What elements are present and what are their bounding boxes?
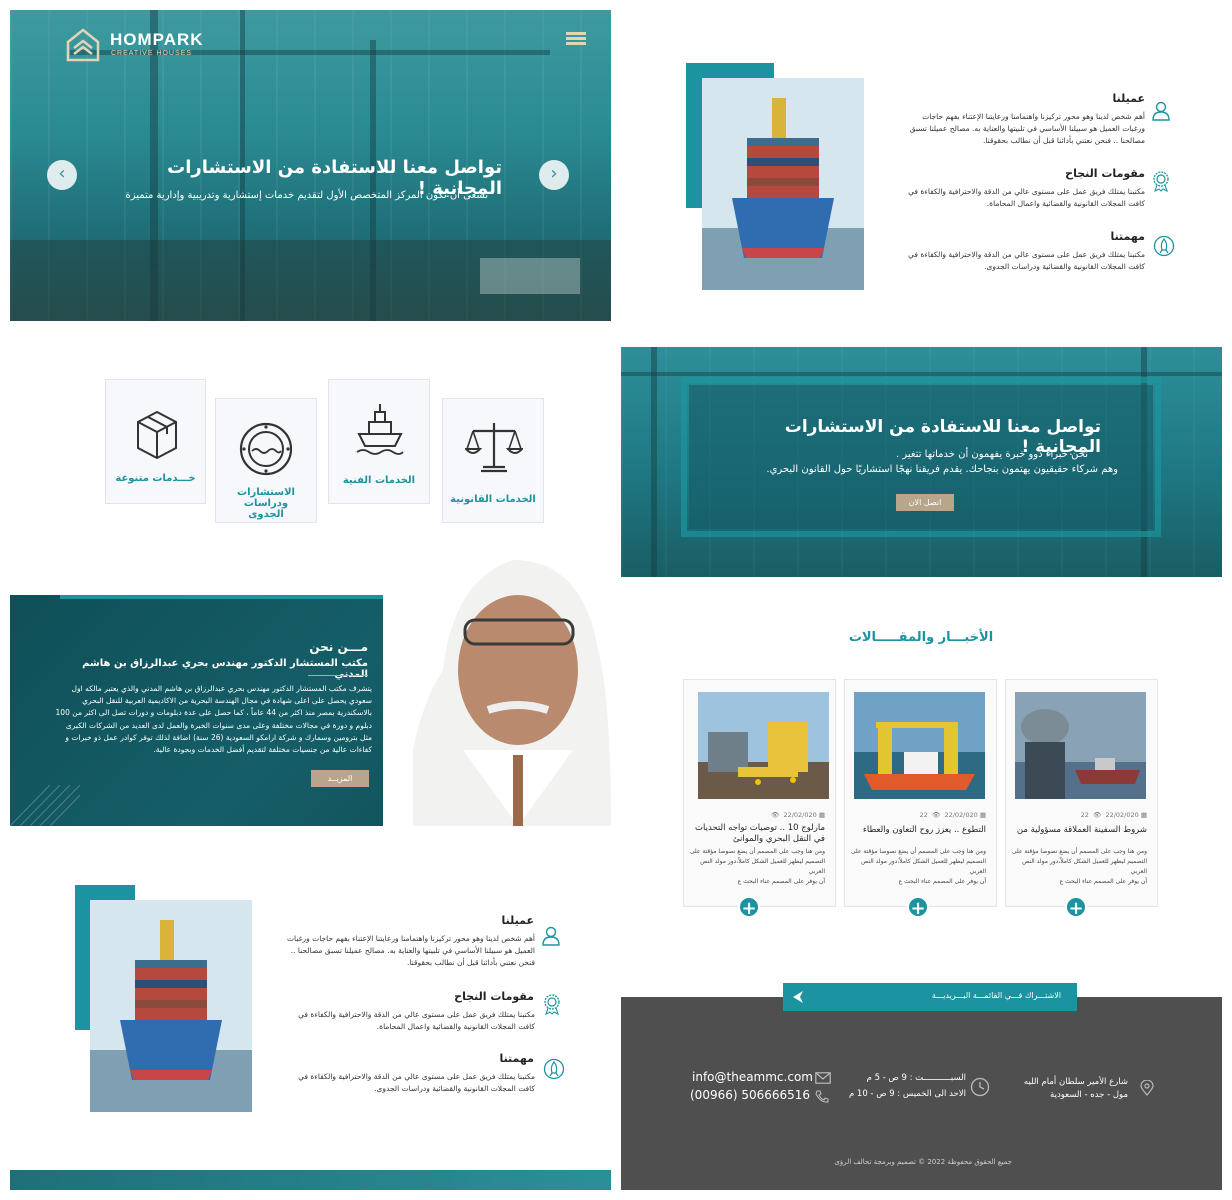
logo-icon xyxy=(66,28,100,62)
service-card-technical[interactable]: الخدمات الفنية xyxy=(328,379,430,504)
email-icon xyxy=(815,1072,831,1084)
phone-number[interactable]: (00966) 506666516 xyxy=(690,1088,814,1102)
news-more-button[interactable]: + xyxy=(738,896,760,919)
cta-text: نحن خبراء ذوو خبرة يفهمون أن خدماتها تتغ… xyxy=(895,449,1088,460)
service-label: خـــدمات متنوعة xyxy=(115,473,196,484)
news-meta: 👁 22/02/020 ▦ xyxy=(771,811,825,819)
slider-prev-button[interactable]: ‹ xyxy=(47,160,77,190)
news-image xyxy=(698,692,829,799)
hours-line-1: السبـــــــــــت : 9 ص - 5 م xyxy=(866,1073,966,1083)
about-title: مـــن نحن xyxy=(309,640,368,654)
news-card[interactable]: 22 👁 22/02/020 ▦ شروط السفينة العملاقة م… xyxy=(1005,679,1158,907)
contact-now-button[interactable]: اتصل الان xyxy=(896,494,954,511)
service-label: الاستشارات ودراسات الجدوى xyxy=(237,487,295,520)
about-text: يتشرف مكتب المستشار الدكتور مهندس بحري ع… xyxy=(55,684,372,755)
email-link[interactable]: info@theammc.com xyxy=(692,1070,813,1084)
service-card-legal[interactable]: الخدمات القانونية xyxy=(442,398,544,523)
service-label: الخدمات القانونية xyxy=(450,494,536,505)
news-more-button[interactable]: + xyxy=(1065,896,1087,919)
porthole-icon xyxy=(239,422,293,476)
news-section-title: الأخبـــار والمقـــــالات xyxy=(848,630,994,645)
news-meta: 22 👁 22/02/020 ▦ xyxy=(1080,811,1147,819)
news-image xyxy=(854,692,985,799)
feature-text: مكتبنا يمتلك فريق عمل على مستوى عالي من … xyxy=(908,250,1145,271)
news-excerpt: ومن هنا وجب على المصمم أن يضع نصوصا مؤقت… xyxy=(1011,848,1147,885)
news-more-button[interactable]: + xyxy=(907,896,929,919)
feature-text: مكتبنا يمتلك فريق عمل على مستوى عالي من … xyxy=(298,1010,535,1031)
address-line-1: شارع الأمير سلطان أمام الليه xyxy=(1023,1077,1128,1087)
news-headline[interactable]: التطوع .. يعزز روح التعاون والعطاء xyxy=(853,825,986,836)
award-badge-icon xyxy=(1153,171,1169,192)
brand-name: HOMPARK xyxy=(110,30,204,49)
send-icon[interactable] xyxy=(791,990,805,1004)
news-image xyxy=(1015,692,1146,799)
rocket-icon xyxy=(543,1058,565,1080)
hero-slider: HOMPARK CREATIVE HOUSES تواصل معنا للاست… xyxy=(10,10,611,321)
cta-banner: تواصل معنا للاستفادة من الاستشارات المجا… xyxy=(621,347,1222,577)
service-card-consulting[interactable]: الاستشارات ودراسات الجدوى xyxy=(215,398,317,523)
news-excerpt: ومن هنا وجب على المصمم أن يضع نصوصا مؤقت… xyxy=(689,848,825,885)
service-card-various[interactable]: خـــدمات متنوعة xyxy=(105,379,206,504)
slider-next-button[interactable]: › xyxy=(539,160,569,190)
cta-text: وهم شركاء حقيقيون يهتمون بنجاحك. يقدم فر… xyxy=(766,464,1118,475)
founder-portrait xyxy=(383,540,611,826)
newsletter-bar[interactable]: الاشتـــراك فـــي القائمـــة البـــريديـ… xyxy=(783,983,1077,1011)
address-line-2: مول - جده - السعودية xyxy=(1050,1090,1128,1100)
feature-title: مقومات النجاح xyxy=(1065,167,1145,180)
ship-icon xyxy=(356,404,404,455)
feature-title: مهمتنا xyxy=(499,1052,534,1065)
user-icon xyxy=(1152,101,1170,121)
scales-icon xyxy=(465,423,523,473)
box-icon xyxy=(137,410,177,460)
location-pin-icon xyxy=(1140,1080,1154,1096)
news-card[interactable]: 22 👁 22/02/020 ▦ التطوع .. يعزز روح التع… xyxy=(844,679,997,907)
newsletter-label: الاشتـــراك فـــي القائمـــة البـــريديـ… xyxy=(931,991,1061,1000)
clock-icon xyxy=(970,1077,990,1097)
decorative-lines xyxy=(10,785,80,826)
news-headline[interactable]: شروط السفينة العملاقة مسؤولية من xyxy=(1014,825,1147,836)
news-meta: 22 👁 22/02/020 ▦ xyxy=(919,811,986,819)
copyright: جميع الحقوق محفوظة 2022 © تصميم وبرمجة ت… xyxy=(834,1158,1012,1166)
feature-title: مهمتنا xyxy=(1110,230,1145,243)
feature-title: عميلنا xyxy=(1112,92,1146,105)
phone-icon xyxy=(815,1090,829,1103)
hamburger-menu-icon[interactable] xyxy=(566,32,586,46)
brand-tagline: CREATIVE HOUSES xyxy=(111,50,192,57)
rocket-icon xyxy=(1153,235,1175,257)
ship-photo xyxy=(90,900,252,1112)
feature-title: عميلنا xyxy=(501,914,535,927)
news-card[interactable]: 👁 22/02/020 ▦ مارلوج 10 .. توصيات تواجه … xyxy=(683,679,836,907)
hero-subtitle: نسعى أن نكون المركز المتخصص الأول لتقديم… xyxy=(125,190,488,201)
news-headline[interactable]: مارلوج 10 .. توصيات تواجه التحديات في ال… xyxy=(692,823,825,845)
news-excerpt: ومن هنا وجب على المصمم أن يضع نصوصا مؤقت… xyxy=(850,848,986,885)
next-section-strip xyxy=(10,1170,611,1190)
feature-text: أهم شخص لدينا وهو محور تركيزنا واهتمامنا… xyxy=(909,112,1145,145)
service-label: الخدمات الفنية xyxy=(342,475,416,486)
feature-text: مكتبنا يمتلك فريق عمل على مستوى عالي من … xyxy=(298,1072,535,1093)
ship-photo xyxy=(702,78,864,290)
feature-text: مكتبنا يمتلك فريق عمل على مستوى عالي من … xyxy=(908,187,1145,208)
hours-line-2: الاحد الى الخميس : 9 ص - 10 م xyxy=(848,1089,966,1099)
about-subtitle: مكتب المستشار الدكتور مهندس بحري عبدالرز… xyxy=(82,658,368,680)
feature-text: أهم شخص لدينا وهو محور تركيزنا واهتمامنا… xyxy=(287,934,535,967)
award-badge-icon xyxy=(544,994,560,1015)
user-icon xyxy=(542,926,560,946)
feature-title: مقومات النجاح xyxy=(454,990,534,1003)
read-more-button[interactable]: المزيــد xyxy=(311,770,369,787)
